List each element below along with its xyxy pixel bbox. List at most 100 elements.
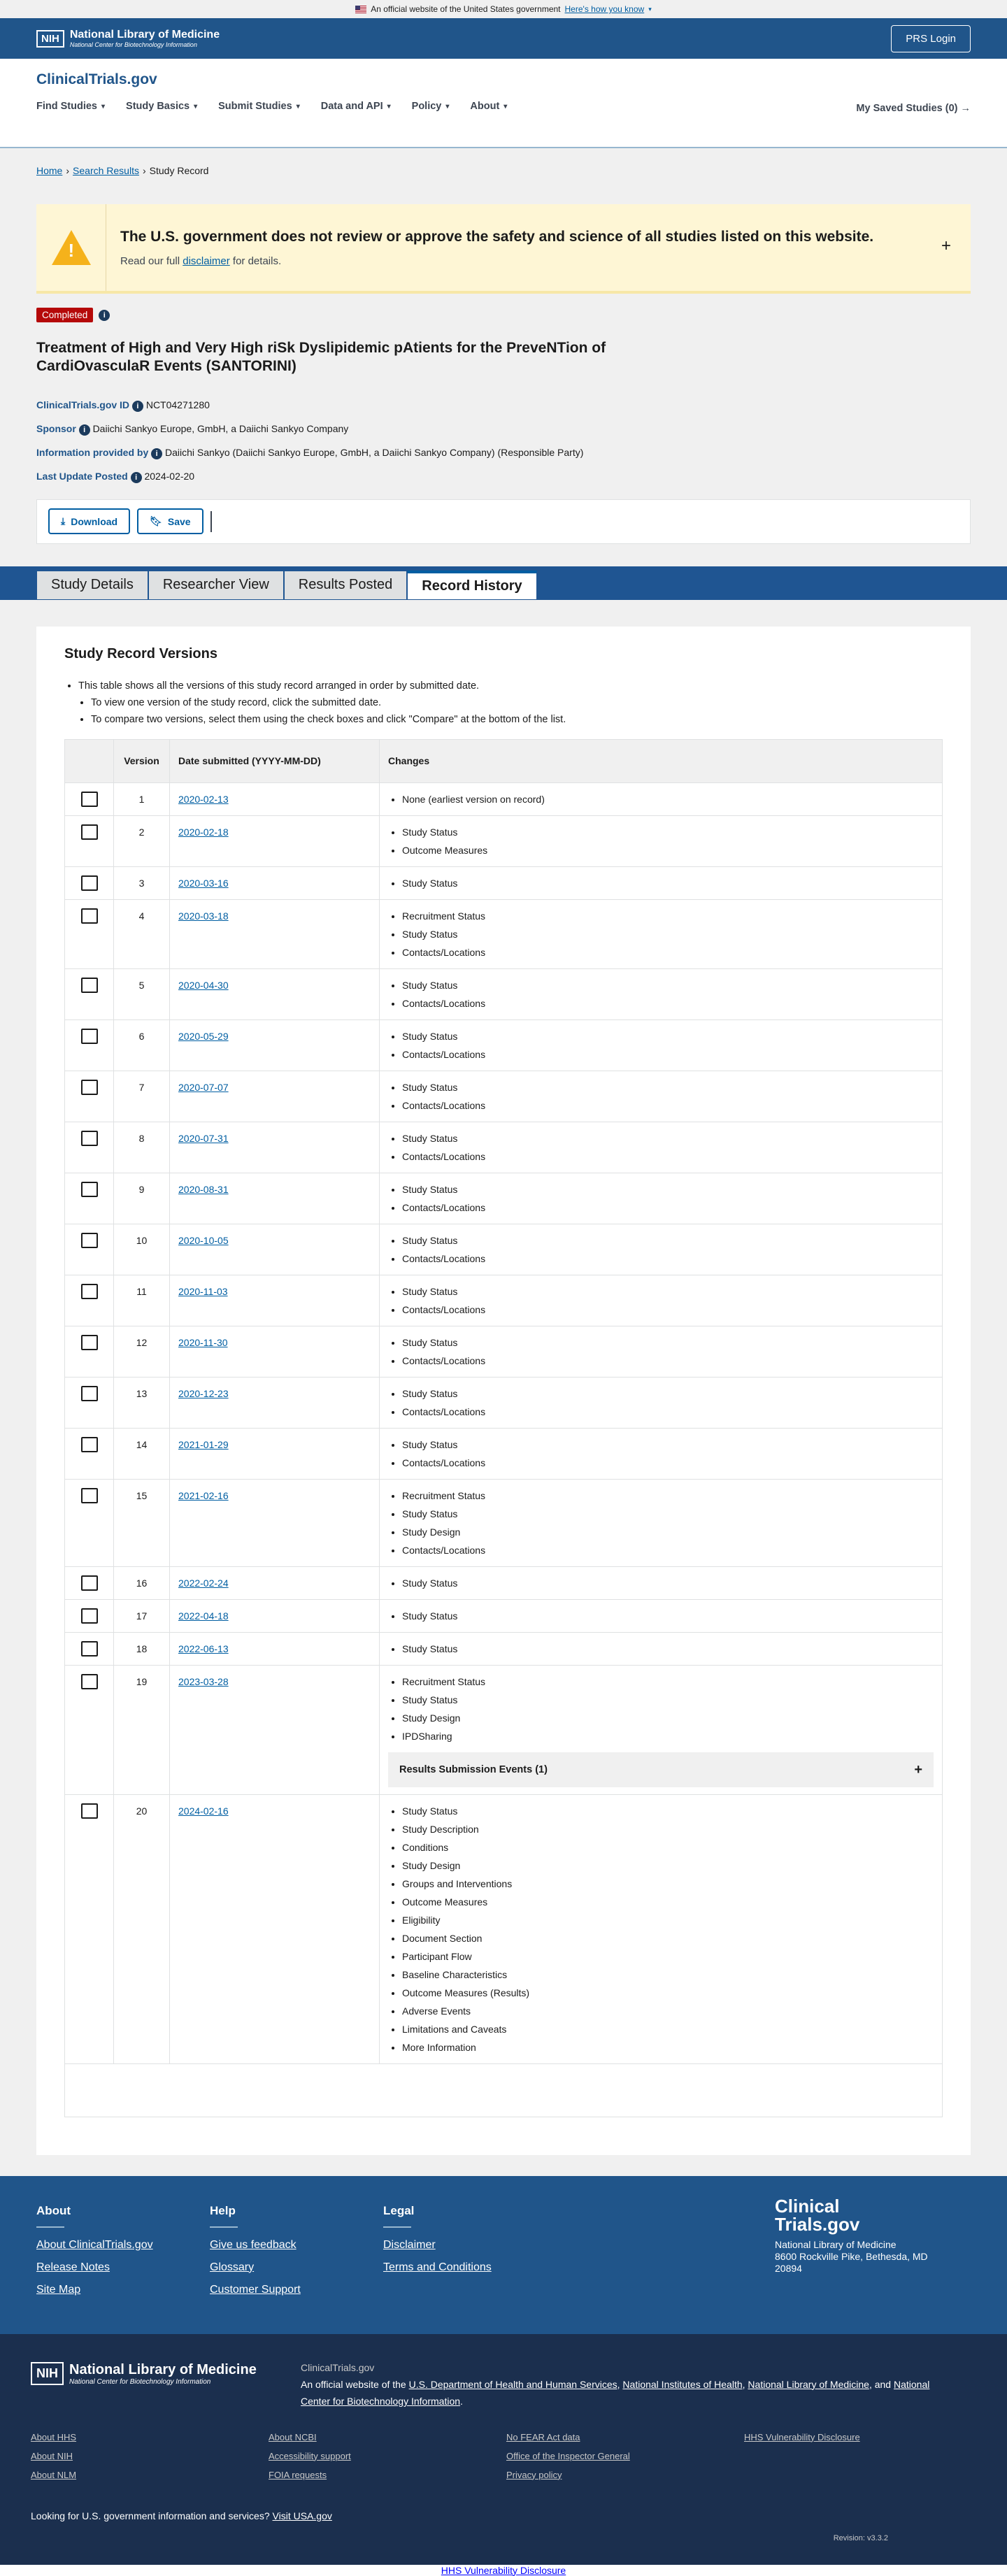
version-date-link[interactable]: 2020-03-18 [178,910,229,922]
version-checkbox[interactable] [80,908,98,924]
version-date-link[interactable]: 2024-02-16 [178,1805,229,1817]
version-checkbox[interactable] [80,1334,98,1350]
footer-link[interactable]: Glossary [210,2261,301,2274]
nav-about[interactable]: About ▾ [470,101,507,112]
version-date-link[interactable]: 2020-02-18 [178,827,229,838]
nih-logo: NIH [31,2362,64,2385]
nlm-footer: NIH National Library of Medicine National… [0,2333,1007,2565]
version-date-link[interactable]: 2020-05-29 [178,1031,229,1042]
info-icon[interactable]: i [130,471,142,483]
version-date-link[interactable]: 2022-04-18 [178,1610,229,1622]
version-checkbox[interactable] [80,1575,98,1591]
version-number: 16 [113,1566,170,1600]
version-date-link[interactable]: 2021-01-29 [178,1439,229,1450]
version-checkbox[interactable] [80,1803,98,1819]
version-date-link[interactable]: 2020-08-31 [178,1184,229,1195]
footer-link[interactable]: Give us feedback [210,2239,301,2252]
version-date-link[interactable]: 2020-04-30 [178,980,229,991]
nlm-footer-link[interactable]: About NIH [31,2451,269,2461]
version-date-link[interactable]: 2022-06-13 [178,1643,229,1654]
version-checkbox[interactable] [80,1232,98,1248]
footer-link[interactable]: Site Map [36,2284,153,2296]
clinicaltrials-logo[interactable]: ClinicalTrials.gov [36,59,971,88]
footer-link[interactable]: About ClinicalTrials.gov [36,2239,153,2252]
version-date-link[interactable]: 2020-07-31 [178,1133,229,1144]
tab-results-posted[interactable]: Results Posted [283,570,408,600]
change-item: Contacts/Locations [402,994,934,1012]
nlm-footer-link[interactable]: HHS Vulnerability Disclosure [744,2432,954,2442]
footer-org: National Library of Medicine [775,2238,897,2250]
version-checkbox[interactable] [80,1181,98,1197]
footer-link[interactable]: Terms and Conditions [383,2261,492,2274]
nlm-footer-link[interactable]: Office of the Inspector General [506,2451,744,2461]
version-checkbox[interactable] [80,1436,98,1452]
tab-record-history[interactable]: Record History [407,570,537,600]
nlm-footer-link[interactable]: FOIA requests [269,2470,506,2480]
version-date-link[interactable]: 2021-02-16 [178,1490,229,1501]
version-checkbox[interactable] [80,1640,98,1656]
nlm-footer-link[interactable]: No FEAR Act data [506,2432,744,2442]
disclaimer-link[interactable]: disclaimer [183,255,230,267]
hhs-link[interactable]: U.S. Department of Health and Human Serv… [409,2379,617,2390]
version-date-link[interactable]: 2020-10-05 [178,1235,229,1246]
version-date-link[interactable]: 2020-02-13 [178,794,229,805]
nav-find-studies[interactable]: Find Studies ▾ [36,101,105,112]
nav-policy[interactable]: Policy ▾ [412,101,450,112]
tab-study-details[interactable]: Study Details [36,570,148,600]
download-button[interactable]: ⤓ Download [48,508,131,534]
nlm-footer-link[interactable]: Privacy policy [506,2470,744,2480]
nlm-footer-link[interactable]: Accessibility support [269,2451,506,2461]
save-button[interactable]: 🔖︎ Save [137,508,203,534]
version-checkbox[interactable] [80,1283,98,1299]
nlm-link[interactable]: National Library of Medicine [748,2379,869,2390]
version-date-link[interactable]: 2023-03-28 [178,1676,229,1687]
version-number: 2 [113,815,170,867]
version-date-link[interactable]: 2020-03-16 [178,878,229,889]
nav-data-api[interactable]: Data and API ▾ [321,101,391,112]
version-checkbox[interactable] [80,791,98,807]
heres-how-you-know-link[interactable]: Here's how you know [565,4,645,14]
version-checkbox[interactable] [80,1079,98,1095]
info-icon[interactable]: i [151,448,163,459]
nav-study-basics[interactable]: Study Basics ▾ [126,101,197,112]
version-checkbox[interactable] [80,824,98,840]
my-saved-studies-link[interactable]: My Saved Studies (0) → [856,103,971,114]
footer-link[interactable]: Release Notes [36,2261,153,2274]
version-checkbox[interactable] [80,1028,98,1044]
version-date-link[interactable]: 2020-11-03 [178,1286,228,1297]
info-icon[interactable]: i [99,309,110,321]
version-checkbox[interactable] [80,1130,98,1146]
version-date-link[interactable]: 2020-11-30 [178,1337,228,1348]
tab-researcher-view[interactable]: Researcher View [148,570,284,600]
nih-link[interactable]: National Institutes of Health [622,2379,742,2390]
breadcrumb-home[interactable]: Home [36,165,62,176]
version-checkbox[interactable] [80,875,98,891]
results-submission-events[interactable]: Results Submission Events (1) + [388,1752,934,1787]
nlm-logo[interactable]: NIH National Library of Medicine National… [36,29,220,48]
breadcrumb-search-results[interactable]: Search Results [73,165,139,176]
version-checkbox[interactable] [80,977,98,993]
action-bar: ⤓ Download 🔖︎ Save [36,499,971,544]
nlm-footer-link[interactable]: About HHS [31,2432,269,2442]
nav-submit-studies[interactable]: Submit Studies ▾ [218,101,300,112]
footer-link[interactable]: Disclaimer [383,2239,492,2252]
version-date-link[interactable]: 2022-02-24 [178,1577,229,1589]
usa-gov-link[interactable]: Visit USA.gov [273,2510,332,2521]
version-date-link[interactable]: 2020-12-23 [178,1388,229,1399]
expand-plus-icon[interactable]: + [941,236,951,256]
nlm-footer-link[interactable]: About NCBI [269,2432,506,2442]
info-icon[interactable]: i [131,400,143,412]
last-update-label: Last Update Posted [36,470,128,482]
nct-id: NCT04271280 [145,399,210,410]
nlm-footer-logo[interactable]: NIH National Library of Medicine National… [31,2362,257,2386]
footer-link[interactable]: Customer Support [210,2284,301,2296]
version-date-link[interactable]: 2020-07-07 [178,1082,229,1093]
hhs-vulnerability-link[interactable]: HHS Vulnerability Disclosure [441,2565,566,2576]
info-icon[interactable]: i [78,424,90,436]
nlm-footer-link[interactable]: About NLM [31,2470,269,2480]
version-checkbox[interactable] [80,1385,98,1401]
prs-login-button[interactable]: PRS Login [891,24,971,52]
version-checkbox[interactable] [80,1673,98,1689]
version-checkbox[interactable] [80,1608,98,1624]
version-checkbox[interactable] [80,1487,98,1503]
